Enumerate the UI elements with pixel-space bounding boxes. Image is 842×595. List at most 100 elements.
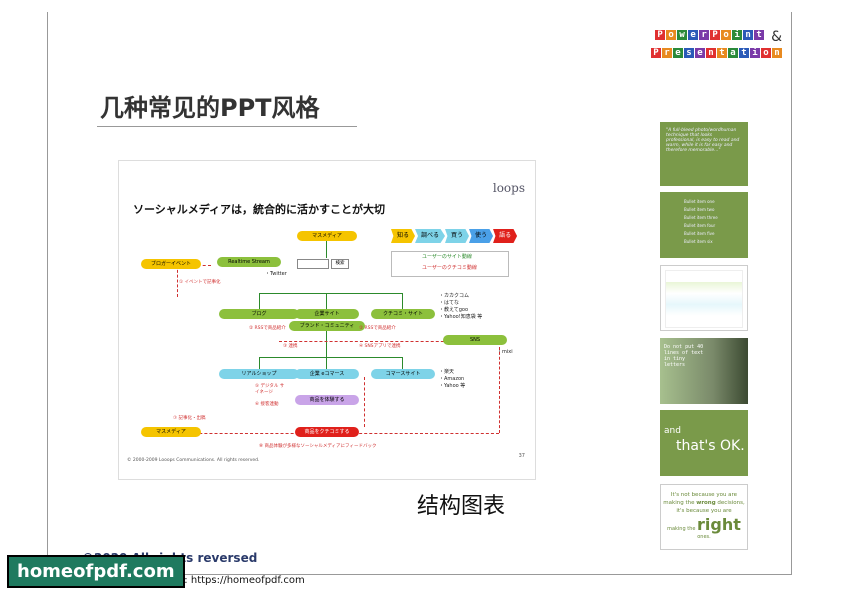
connector-dashed <box>349 433 499 434</box>
logo-ampersand: & <box>771 29 782 45</box>
logo-letter: i <box>732 30 743 40</box>
connector-dashed <box>177 265 178 297</box>
list-item: Bullet item one <box>684 199 715 204</box>
logo-letter: P <box>655 30 666 40</box>
node-corp-site: 企業サイト <box>295 309 359 319</box>
note: ④ SNSアプリで連携 <box>359 344 401 349</box>
note: ⑤ デジタル サイネージ <box>255 384 285 395</box>
slide-legend: ユーザーのサイト動線 ユーザーのクチコミ動線 <box>391 251 509 277</box>
diagram-slide: loops ソーシャルメディアは，統合的に活かすことが大切 知る 調べる 買う 使う語… <box>118 160 536 480</box>
logo-letter: t <box>717 48 727 58</box>
logo-letter: t <box>739 48 749 58</box>
legend-site: ユーザーのサイト動線 <box>422 254 472 260</box>
node-brand-community: ブランド・コミュニティ <box>289 321 365 331</box>
connector-dashed <box>364 377 365 427</box>
text: decisions, <box>717 500 745 506</box>
thumbnail-line: It's not because you are <box>670 492 738 498</box>
logo-letter: o <box>666 30 677 40</box>
kuchikomi-list: ・カカクコム ・はてな ・教えてgoo ・Yahoo!知恵袋 等 <box>439 293 482 321</box>
thumbnail-text: "A full-bleed photo/wordhuman technique … <box>666 128 740 153</box>
watermark-badge: homeofpdf.com <box>7 555 185 588</box>
flow-step: 使う <box>469 229 494 243</box>
text: wrong <box>696 500 716 506</box>
node-corp-ec: 企業 eコマース <box>295 369 359 379</box>
list-item: ・Yahoo 等 <box>439 383 466 389</box>
list-item: Bullet item three <box>684 215 718 220</box>
connector <box>259 293 402 294</box>
node-sns: SNS <box>443 335 507 345</box>
flow-bar: 知る 調べる 買う 使う 語る <box>391 229 518 243</box>
logo-letter: n <box>706 48 716 58</box>
node-mass-media-bottom: マスメディア <box>141 427 201 437</box>
diagram-caption: 结构图表 <box>417 494 506 519</box>
search-box <box>297 259 329 269</box>
note: ② RSSで商品紹介 <box>359 326 396 331</box>
connector-dashed <box>499 347 500 433</box>
text: making the <box>663 500 695 506</box>
logo-letter: e <box>695 48 705 58</box>
flow-step: 調べる <box>415 229 446 243</box>
list-item: Bullet item four <box>684 223 716 228</box>
thumbnail-thats-ok[interactable]: and that's OK. <box>660 410 748 476</box>
note: ① イベントで記事化 <box>179 280 221 285</box>
logo-letter: P <box>651 48 661 58</box>
logo-letter: o <box>761 48 771 58</box>
thumbnail-line: making the wrong decisions, <box>661 499 747 507</box>
sns-label: ・mixi <box>497 349 513 355</box>
node-commerce-site: コマースサイト <box>371 369 435 379</box>
title-underline <box>97 126 357 127</box>
thumbnail-and: and <box>664 426 681 436</box>
thumbnail-photo[interactable]: Do not put 40 lines of text in tiny lett… <box>660 338 748 404</box>
logo-letter: P <box>710 30 721 40</box>
logo-letter: s <box>684 48 694 58</box>
list-item: ・はてな <box>439 300 460 306</box>
search-button: 検索 <box>331 259 349 269</box>
note: ⑦ 記事化・出稿 <box>173 416 206 421</box>
list-item: Bullet item six <box>684 239 713 244</box>
thumbnail-bullets[interactable]: Bullet item one Bullet item two Bullet i… <box>660 192 748 258</box>
logo-letter: e <box>688 30 699 40</box>
slide-footer: © 2000-2009 Looops Communications. All r… <box>127 458 260 463</box>
thumbnail-line: making the right ones. <box>661 515 747 540</box>
thumbnail-thats-ok-text: that's OK. <box>676 438 745 454</box>
list-item: ・Amazon <box>439 376 465 382</box>
node-blogger-event: ブロガーイベント <box>141 259 201 269</box>
flow-step: 買う <box>445 229 470 243</box>
connector <box>326 327 327 371</box>
thumbnail-photo-text: Do not put 40 lines of text in tiny lett… <box>664 344 704 368</box>
note: ② RSSで商品紹介 <box>249 326 286 331</box>
thumbnail-quote[interactable]: "A full-bleed photo/wordhuman technique … <box>660 122 748 186</box>
node-mass-media-top: マスメディア <box>297 231 357 241</box>
node-blog: ブログ <box>219 309 299 319</box>
thumbnail-line: it's because you are <box>676 508 732 514</box>
flow-step: 知る <box>391 229 416 243</box>
connector-dashed <box>279 341 459 342</box>
legend-kuchikomi: ユーザーのクチコミ動線 <box>422 265 477 271</box>
logo-letter: n <box>743 30 754 40</box>
logo-letter: r <box>662 48 672 58</box>
logo-letter: e <box>673 48 683 58</box>
list-item: Bullet item five <box>684 231 715 236</box>
connector <box>402 293 403 309</box>
logo-letter: t <box>754 30 765 40</box>
note: ⑥ 接客連動 <box>255 402 279 407</box>
logo-letter: w <box>677 30 688 40</box>
commerce-list: ・楽天 ・Amazon ・Yahoo 等 <box>439 369 465 390</box>
thumbnail-diagram[interactable] <box>660 265 748 331</box>
node-realtime-stream: Realtime Stream <box>217 257 281 267</box>
list-item: Bullet item two <box>684 207 715 212</box>
note: ⑧ 商品体験が多様なソーシャルメディアにフィードバック <box>259 444 377 449</box>
slide-page-number: 37 <box>518 453 525 459</box>
text: making the <box>667 526 696 532</box>
node-kuchikomi-site: クチコミ・サイト <box>371 309 435 319</box>
list-item: ・カカクコム <box>439 293 470 299</box>
logo-letter: n <box>772 48 782 58</box>
thumbnail-diagram-preview <box>665 270 743 328</box>
note: ③ 連携 <box>283 344 298 349</box>
logo-letter: r <box>699 30 710 40</box>
list-item: ・教えてgoo <box>439 307 469 313</box>
list-item: ・楽天 <box>439 369 455 375</box>
connector <box>259 357 402 358</box>
thumbnail-right-ones[interactable]: It's not because you are making the wron… <box>660 484 748 550</box>
connector <box>326 293 327 309</box>
